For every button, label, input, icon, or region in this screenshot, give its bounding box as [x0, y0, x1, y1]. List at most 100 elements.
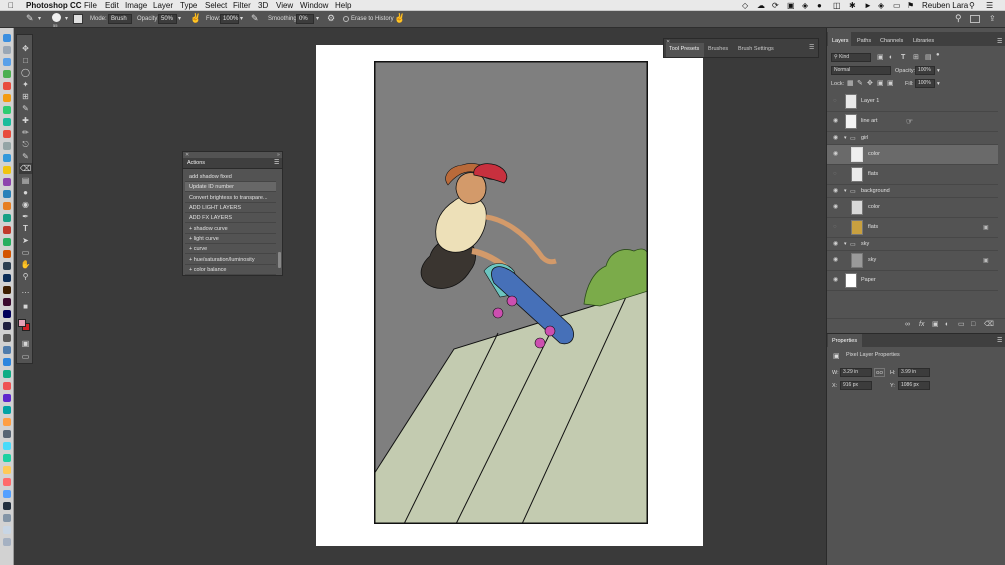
maps-icon[interactable]	[3, 118, 11, 126]
dropbox-icon[interactable]: ◇	[742, 1, 748, 10]
app-icon[interactable]	[3, 502, 11, 510]
eraser-tool-icon[interactable]: ⌫	[19, 163, 32, 174]
podcasts-icon[interactable]	[3, 178, 11, 186]
visibility-off-icon[interactable]: ○	[833, 98, 840, 105]
move-tool-icon[interactable]: ✥	[19, 43, 32, 54]
fx-icon[interactable]: fx	[919, 321, 924, 329]
music-icon[interactable]	[3, 130, 11, 138]
action-item[interactable]: Update ID number	[185, 182, 276, 192]
layer-row[interactable]: ◉ Paper	[827, 271, 998, 291]
lock-transparent-icon[interactable]: ▦	[847, 80, 854, 88]
layer-row[interactable]: ○ flats ▣	[827, 218, 998, 238]
y-input[interactable]: 1086 px	[898, 381, 930, 390]
eye-icon[interactable]: ◉	[833, 277, 840, 284]
marquee-tool-icon[interactable]: □	[19, 55, 32, 66]
eye-icon[interactable]: ◉	[833, 241, 840, 248]
filter-pixel-icon[interactable]: ▣	[877, 54, 884, 62]
tab-layers[interactable]: Layers	[832, 38, 849, 44]
settings-icon[interactable]	[3, 142, 11, 150]
pressure-opacity-icon[interactable]: ✌	[190, 13, 201, 24]
volume-icon[interactable]: ►	[864, 1, 872, 10]
app-icon[interactable]	[3, 514, 11, 522]
group-name[interactable]: sky	[861, 241, 869, 247]
bluetooth-icon[interactable]: ✱	[849, 1, 856, 10]
menu-3d[interactable]: 3D	[258, 1, 268, 10]
brush-preview-icon[interactable]	[52, 13, 61, 22]
app-icon[interactable]	[3, 442, 11, 450]
indesign-icon[interactable]	[3, 298, 11, 306]
layer-name[interactable]: Paper	[861, 277, 876, 283]
premiere-icon[interactable]	[3, 310, 11, 318]
erase-to-history-checkbox[interactable]	[343, 16, 349, 22]
smoothing-settings-gear-icon[interactable]: ⚙	[327, 13, 335, 24]
layer-name[interactable]: Layer 1	[861, 98, 879, 104]
new-layer-icon[interactable]: □	[971, 321, 975, 329]
action-item[interactable]: ADD FX LAYERS	[185, 213, 276, 223]
action-item[interactable]: + color balance	[185, 265, 276, 275]
path-selection-tool-icon[interactable]: ➤	[19, 235, 32, 246]
gradient-tool-icon[interactable]: ▤	[19, 175, 32, 186]
action-item[interactable]: + shadow curve	[185, 224, 276, 234]
filter-toggle-icon[interactable]: ●	[936, 51, 940, 59]
trash-icon[interactable]	[3, 538, 11, 546]
notes-icon[interactable]	[3, 166, 11, 174]
layer-row[interactable]: ◉ sky ▣	[827, 251, 998, 271]
layer-name[interactable]: color	[868, 204, 880, 210]
layer-name[interactable]: flats	[868, 224, 878, 230]
app-icon[interactable]	[3, 370, 11, 378]
chevron-down-icon[interactable]: ▾	[844, 188, 847, 194]
menu-image[interactable]: Image	[125, 1, 147, 10]
layer-name[interactable]: sky	[868, 257, 876, 263]
app-icon[interactable]	[3, 454, 11, 462]
aftereffects-icon[interactable]	[3, 322, 11, 330]
clone-stamp-tool-icon[interactable]: ⎋	[19, 139, 32, 150]
share-icon[interactable]: ⇪	[989, 14, 996, 23]
layer-mask-icon[interactable]: ▣	[932, 321, 939, 329]
link-dimensions-button[interactable]: GO	[874, 368, 885, 377]
zoom-tool-icon[interactable]: ⚲	[19, 271, 32, 282]
brush-panel-icon[interactable]	[73, 14, 83, 24]
lock-position-icon[interactable]: ✥	[867, 80, 873, 88]
height-input[interactable]: 3.99 in	[898, 368, 930, 377]
mail-icon[interactable]	[3, 190, 11, 198]
battery-icon[interactable]: ▭	[893, 1, 901, 10]
news-icon[interactable]	[3, 226, 11, 234]
flow-input[interactable]: 100%	[220, 14, 239, 24]
app-icon[interactable]	[3, 490, 11, 498]
display-icon[interactable]: ◫	[833, 1, 841, 10]
panel-menu-icon[interactable]: ☰	[997, 38, 1002, 45]
safari-icon[interactable]	[3, 58, 11, 66]
app-icon[interactable]	[3, 478, 11, 486]
downloads-icon[interactable]	[3, 526, 11, 534]
lock-all-icon[interactable]: ▣	[887, 80, 894, 88]
panel-menu-icon[interactable]: ☰	[274, 159, 279, 166]
type-tool-icon[interactable]: T	[19, 223, 32, 234]
app-icon[interactable]	[3, 358, 11, 366]
mode-select[interactable]: Brush	[108, 14, 132, 24]
group-row[interactable]: ◉ ▾ ▭ sky	[827, 238, 998, 251]
airbrush-icon[interactable]: ✎	[251, 13, 259, 24]
group-row[interactable]: ◉ ▾ ▭ girl	[827, 132, 998, 145]
filter-shape-icon[interactable]: ⊞	[913, 54, 919, 62]
menu-file[interactable]: File	[84, 1, 97, 10]
screen-mode-icon[interactable]: ▭	[19, 351, 32, 362]
action-item[interactable]: add shadow fixed	[185, 172, 276, 182]
menu-type[interactable]: Type	[180, 1, 197, 10]
eye-icon[interactable]: ◉	[833, 204, 840, 211]
workspace-icon[interactable]	[970, 15, 980, 23]
app-icon[interactable]	[3, 430, 11, 438]
layer-row[interactable]: ◉ color	[827, 198, 998, 218]
menu-select[interactable]: Select	[205, 1, 227, 10]
eraser-tool-icon[interactable]: ✎	[26, 13, 34, 24]
notifications-icon[interactable]: ☰	[986, 1, 993, 10]
firefox-icon[interactable]	[3, 250, 11, 258]
layer-opacity-input[interactable]: 100%	[915, 66, 935, 75]
search-icon[interactable]: ⚲	[969, 1, 975, 10]
lasso-tool-icon[interactable]: ◯	[19, 67, 32, 78]
action-item[interactable]: + light curve	[185, 234, 276, 244]
smoothing-input[interactable]: 0%	[296, 14, 314, 24]
brush-tool-icon[interactable]: ✏	[19, 127, 32, 138]
group-name[interactable]: girl	[861, 135, 868, 141]
spotify-icon[interactable]	[3, 238, 11, 246]
terminal-icon[interactable]	[3, 262, 11, 270]
